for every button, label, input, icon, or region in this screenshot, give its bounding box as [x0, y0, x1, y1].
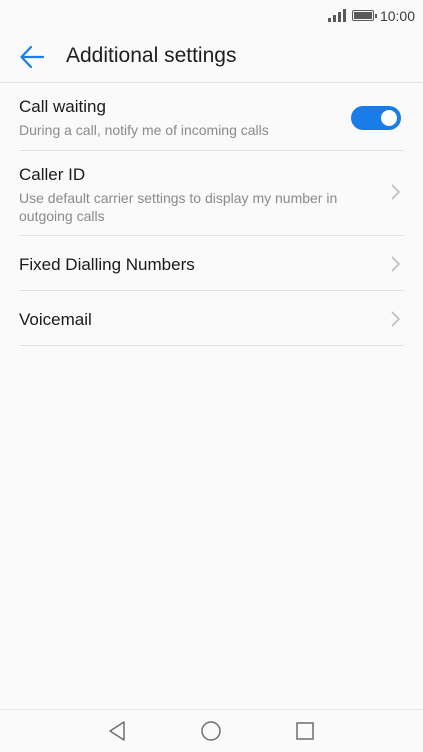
page-title: Additional settings	[66, 44, 237, 67]
status-bar: 10:00	[0, 0, 423, 30]
call-waiting-toggle[interactable]	[351, 106, 401, 130]
chevron-right-icon	[391, 184, 400, 200]
setting-fixed-dialling-numbers[interactable]: Fixed Dialling Numbers	[19, 236, 404, 291]
setting-label: Voicemail	[19, 310, 92, 329]
setting-label: Fixed Dialling Numbers	[19, 255, 195, 274]
back-triangle-icon[interactable]	[106, 720, 128, 742]
back-arrow-icon[interactable]	[19, 44, 45, 70]
chevron-right-icon	[391, 311, 400, 327]
setting-description: During a call, notify me of incoming cal…	[19, 122, 269, 138]
status-icons: 10:00	[327, 7, 415, 24]
setting-label: Caller ID	[19, 165, 86, 184]
setting-label: Call waiting	[19, 97, 106, 116]
chevron-right-icon	[391, 256, 400, 272]
home-circle-icon[interactable]	[200, 720, 222, 742]
battery-icon	[351, 10, 377, 21]
setting-caller-id[interactable]: Caller ID Use default carrier settings t…	[19, 151, 404, 236]
navigation-bar	[0, 709, 423, 752]
status-time: 10:00	[379, 7, 415, 24]
signal-icon	[327, 9, 346, 22]
settings-list: Call waiting During a call, notify me of…	[19, 82, 404, 346]
recents-square-icon[interactable]	[294, 720, 316, 742]
setting-description: Use default carrier settings to display …	[19, 190, 338, 224]
setting-voicemail[interactable]: Voicemail	[19, 291, 404, 346]
setting-call-waiting[interactable]: Call waiting During a call, notify me of…	[19, 82, 404, 151]
app-bar: Additional settings	[0, 30, 423, 83]
